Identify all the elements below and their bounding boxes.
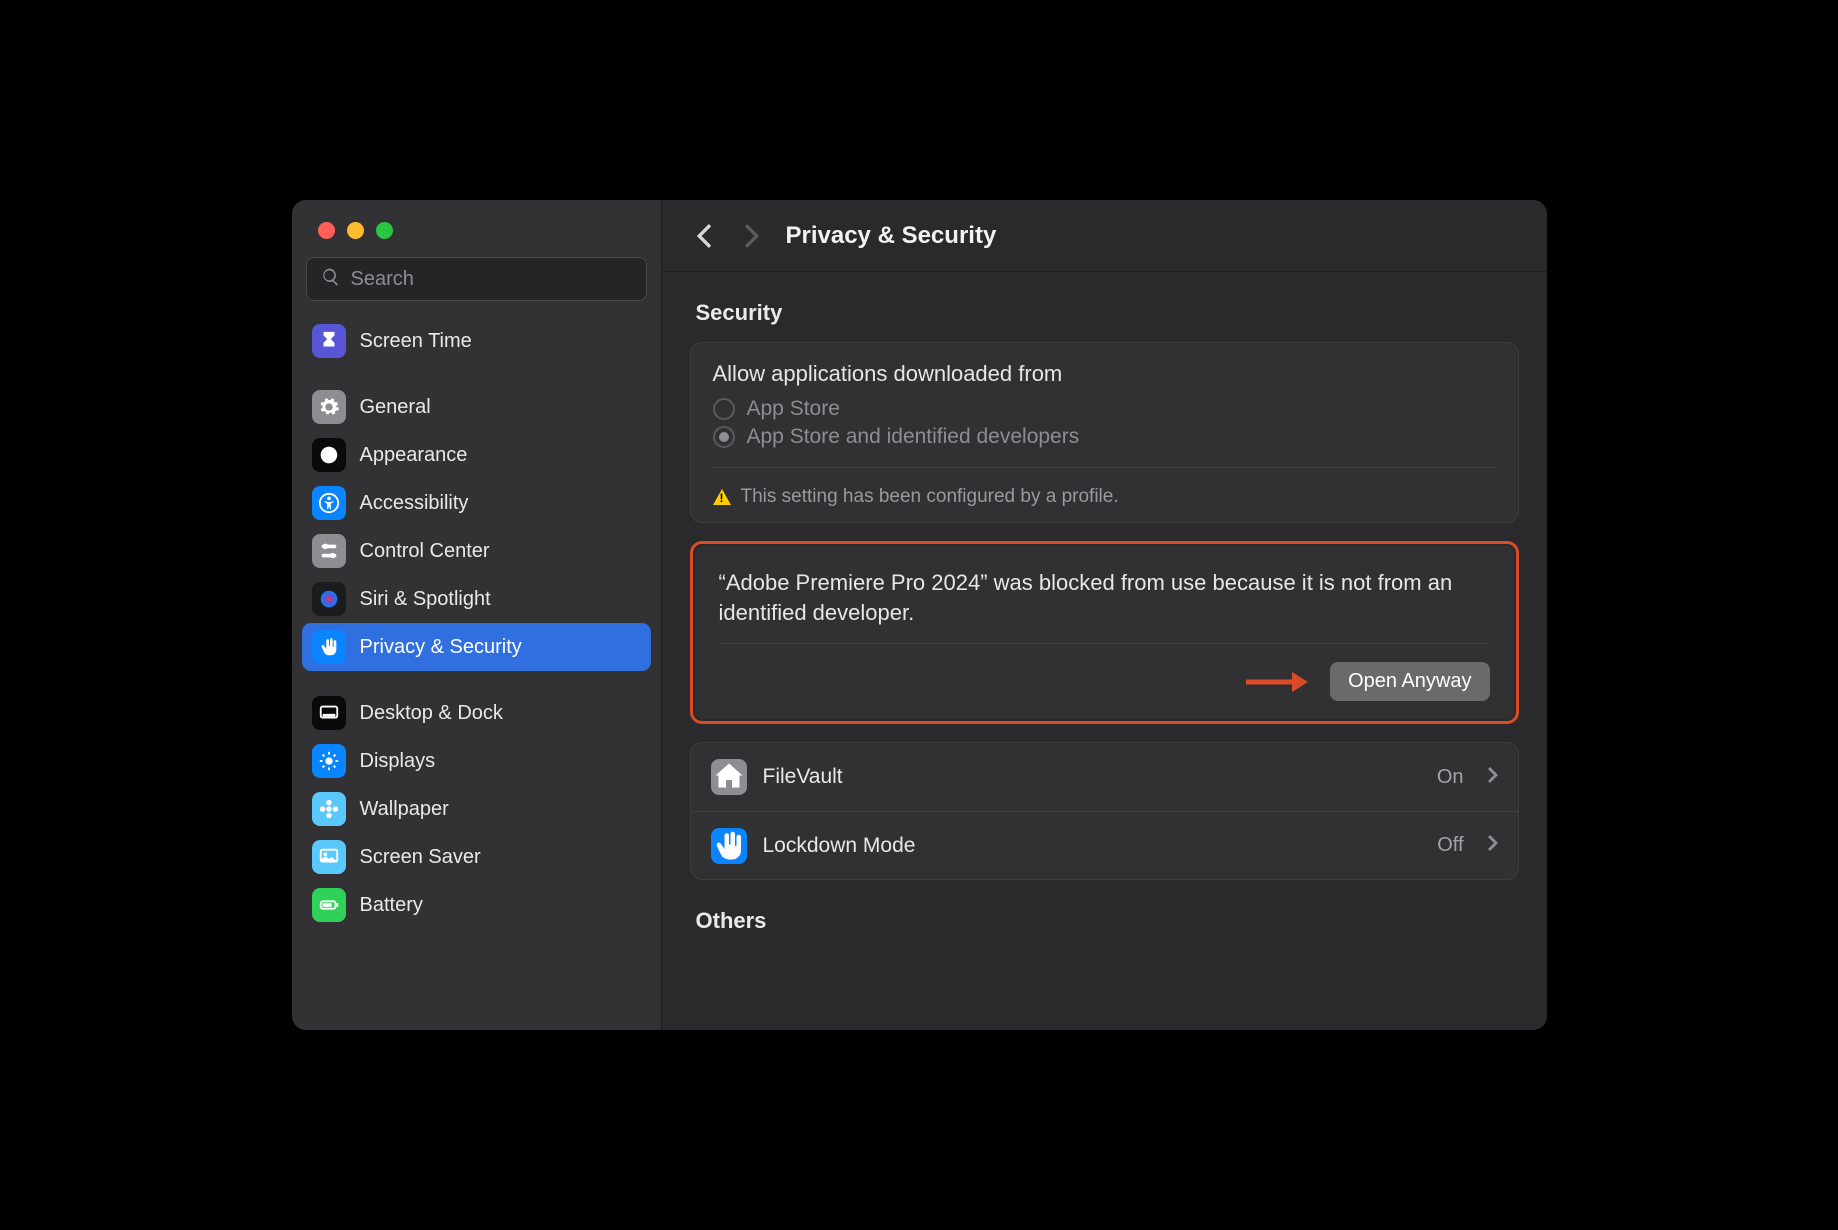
- row-value: Off: [1437, 834, 1463, 857]
- content: Security Allow applications downloaded f…: [662, 272, 1547, 1030]
- open-anyway-button[interactable]: Open Anyway: [1330, 662, 1489, 701]
- sidebar-item-general[interactable]: General: [302, 383, 651, 431]
- sidebar-item-label: Displays: [360, 750, 436, 773]
- screensaver-icon: [312, 840, 346, 874]
- sidebar-item-label: Screen Saver: [360, 846, 481, 869]
- profile-note-text: This setting has been configured by a pr…: [741, 486, 1119, 508]
- row-lockdown-mode[interactable]: Lockdown Mode Off: [691, 811, 1518, 879]
- radio-icon: [713, 426, 735, 448]
- page-title: Privacy & Security: [786, 222, 997, 250]
- siri-icon: [312, 582, 346, 616]
- close-window-button[interactable]: [318, 222, 335, 239]
- radio-app-store-and-identified[interactable]: App Store and identified developers: [713, 425, 1496, 449]
- sidebar-item-siri-spotlight[interactable]: Siri & Spotlight: [302, 575, 651, 623]
- hourglass-icon: [312, 324, 346, 358]
- settings-window: Screen Time General Appearance Accessibilit…: [292, 200, 1547, 1030]
- sidebar-item-label: Desktop & Dock: [360, 702, 503, 725]
- search-input[interactable]: [351, 268, 632, 291]
- annotation-arrow-icon: [1246, 671, 1308, 693]
- hand-icon: [711, 828, 747, 864]
- forward-button[interactable]: [738, 222, 766, 250]
- chevron-right-icon: [1488, 767, 1498, 788]
- minimize-window-button[interactable]: [347, 222, 364, 239]
- allow-apps-label: Allow applications downloaded from: [713, 361, 1496, 387]
- row-label: Lockdown Mode: [763, 834, 1422, 858]
- sidebar-item-label: Battery: [360, 894, 423, 917]
- search-icon: [321, 267, 341, 292]
- sidebar-item-control-center[interactable]: Control Center: [302, 527, 651, 575]
- warning-icon: [713, 489, 731, 505]
- dock-icon: [312, 696, 346, 730]
- sidebar-item-label: Control Center: [360, 540, 490, 563]
- section-title-security: Security: [696, 300, 1519, 326]
- search-field[interactable]: [306, 257, 647, 301]
- flower-icon: [312, 792, 346, 826]
- blocked-app-callout: “Adobe Premiere Pro 2024” was blocked fr…: [690, 541, 1519, 724]
- sidebar-item-label: Privacy & Security: [360, 636, 522, 659]
- row-value: On: [1437, 766, 1464, 789]
- battery-icon: [312, 888, 346, 922]
- profile-note: This setting has been configured by a pr…: [713, 467, 1496, 508]
- gear-icon: [312, 390, 346, 424]
- sidebar-item-accessibility[interactable]: Accessibility: [302, 479, 651, 527]
- sidebar-item-label: Accessibility: [360, 492, 469, 515]
- security-rows: FileVault On Lockdown Mode Off: [690, 742, 1519, 880]
- sidebar-item-screen-saver[interactable]: Screen Saver: [302, 833, 651, 881]
- blocked-app-message: “Adobe Premiere Pro 2024” was blocked fr…: [719, 568, 1490, 627]
- sidebar-item-appearance[interactable]: Appearance: [302, 431, 651, 479]
- sidebar-item-label: Siri & Spotlight: [360, 588, 491, 611]
- row-filevault[interactable]: FileVault On: [691, 743, 1518, 811]
- allow-apps-panel: Allow applications downloaded from App S…: [690, 342, 1519, 523]
- sidebar-item-wallpaper[interactable]: Wallpaper: [302, 785, 651, 833]
- radio-label: App Store: [747, 397, 840, 421]
- sidebar-item-privacy-security[interactable]: Privacy & Security: [302, 623, 651, 671]
- radio-icon: [713, 398, 735, 420]
- row-label: FileVault: [763, 765, 1421, 789]
- sidebar-item-label: Appearance: [360, 444, 468, 467]
- appearance-icon: [312, 438, 346, 472]
- chevron-right-icon: [1488, 835, 1498, 856]
- section-title-others: Others: [696, 908, 1519, 934]
- main-pane: Privacy & Security Security Allow applic…: [662, 200, 1547, 1030]
- sidebar-item-screen-time[interactable]: Screen Time: [302, 317, 651, 365]
- radio-app-store[interactable]: App Store: [713, 397, 1496, 421]
- hand-icon: [312, 630, 346, 664]
- window-controls: [292, 200, 661, 257]
- switches-icon: [312, 534, 346, 568]
- accessibility-icon: [312, 486, 346, 520]
- sun-icon: [312, 744, 346, 778]
- header: Privacy & Security: [662, 200, 1547, 272]
- sidebar-item-displays[interactable]: Displays: [302, 737, 651, 785]
- house-icon: [711, 759, 747, 795]
- sidebar-item-label: Wallpaper: [360, 798, 449, 821]
- sidebar: Screen Time General Appearance Accessibilit…: [292, 200, 662, 1030]
- sidebar-item-label: Screen Time: [360, 330, 472, 353]
- radio-label: App Store and identified developers: [747, 425, 1080, 449]
- sidebar-item-desktop-dock[interactable]: Desktop & Dock: [302, 689, 651, 737]
- back-button[interactable]: [690, 222, 718, 250]
- sidebar-item-battery[interactable]: Battery: [302, 881, 651, 929]
- zoom-window-button[interactable]: [376, 222, 393, 239]
- sidebar-item-label: General: [360, 396, 431, 419]
